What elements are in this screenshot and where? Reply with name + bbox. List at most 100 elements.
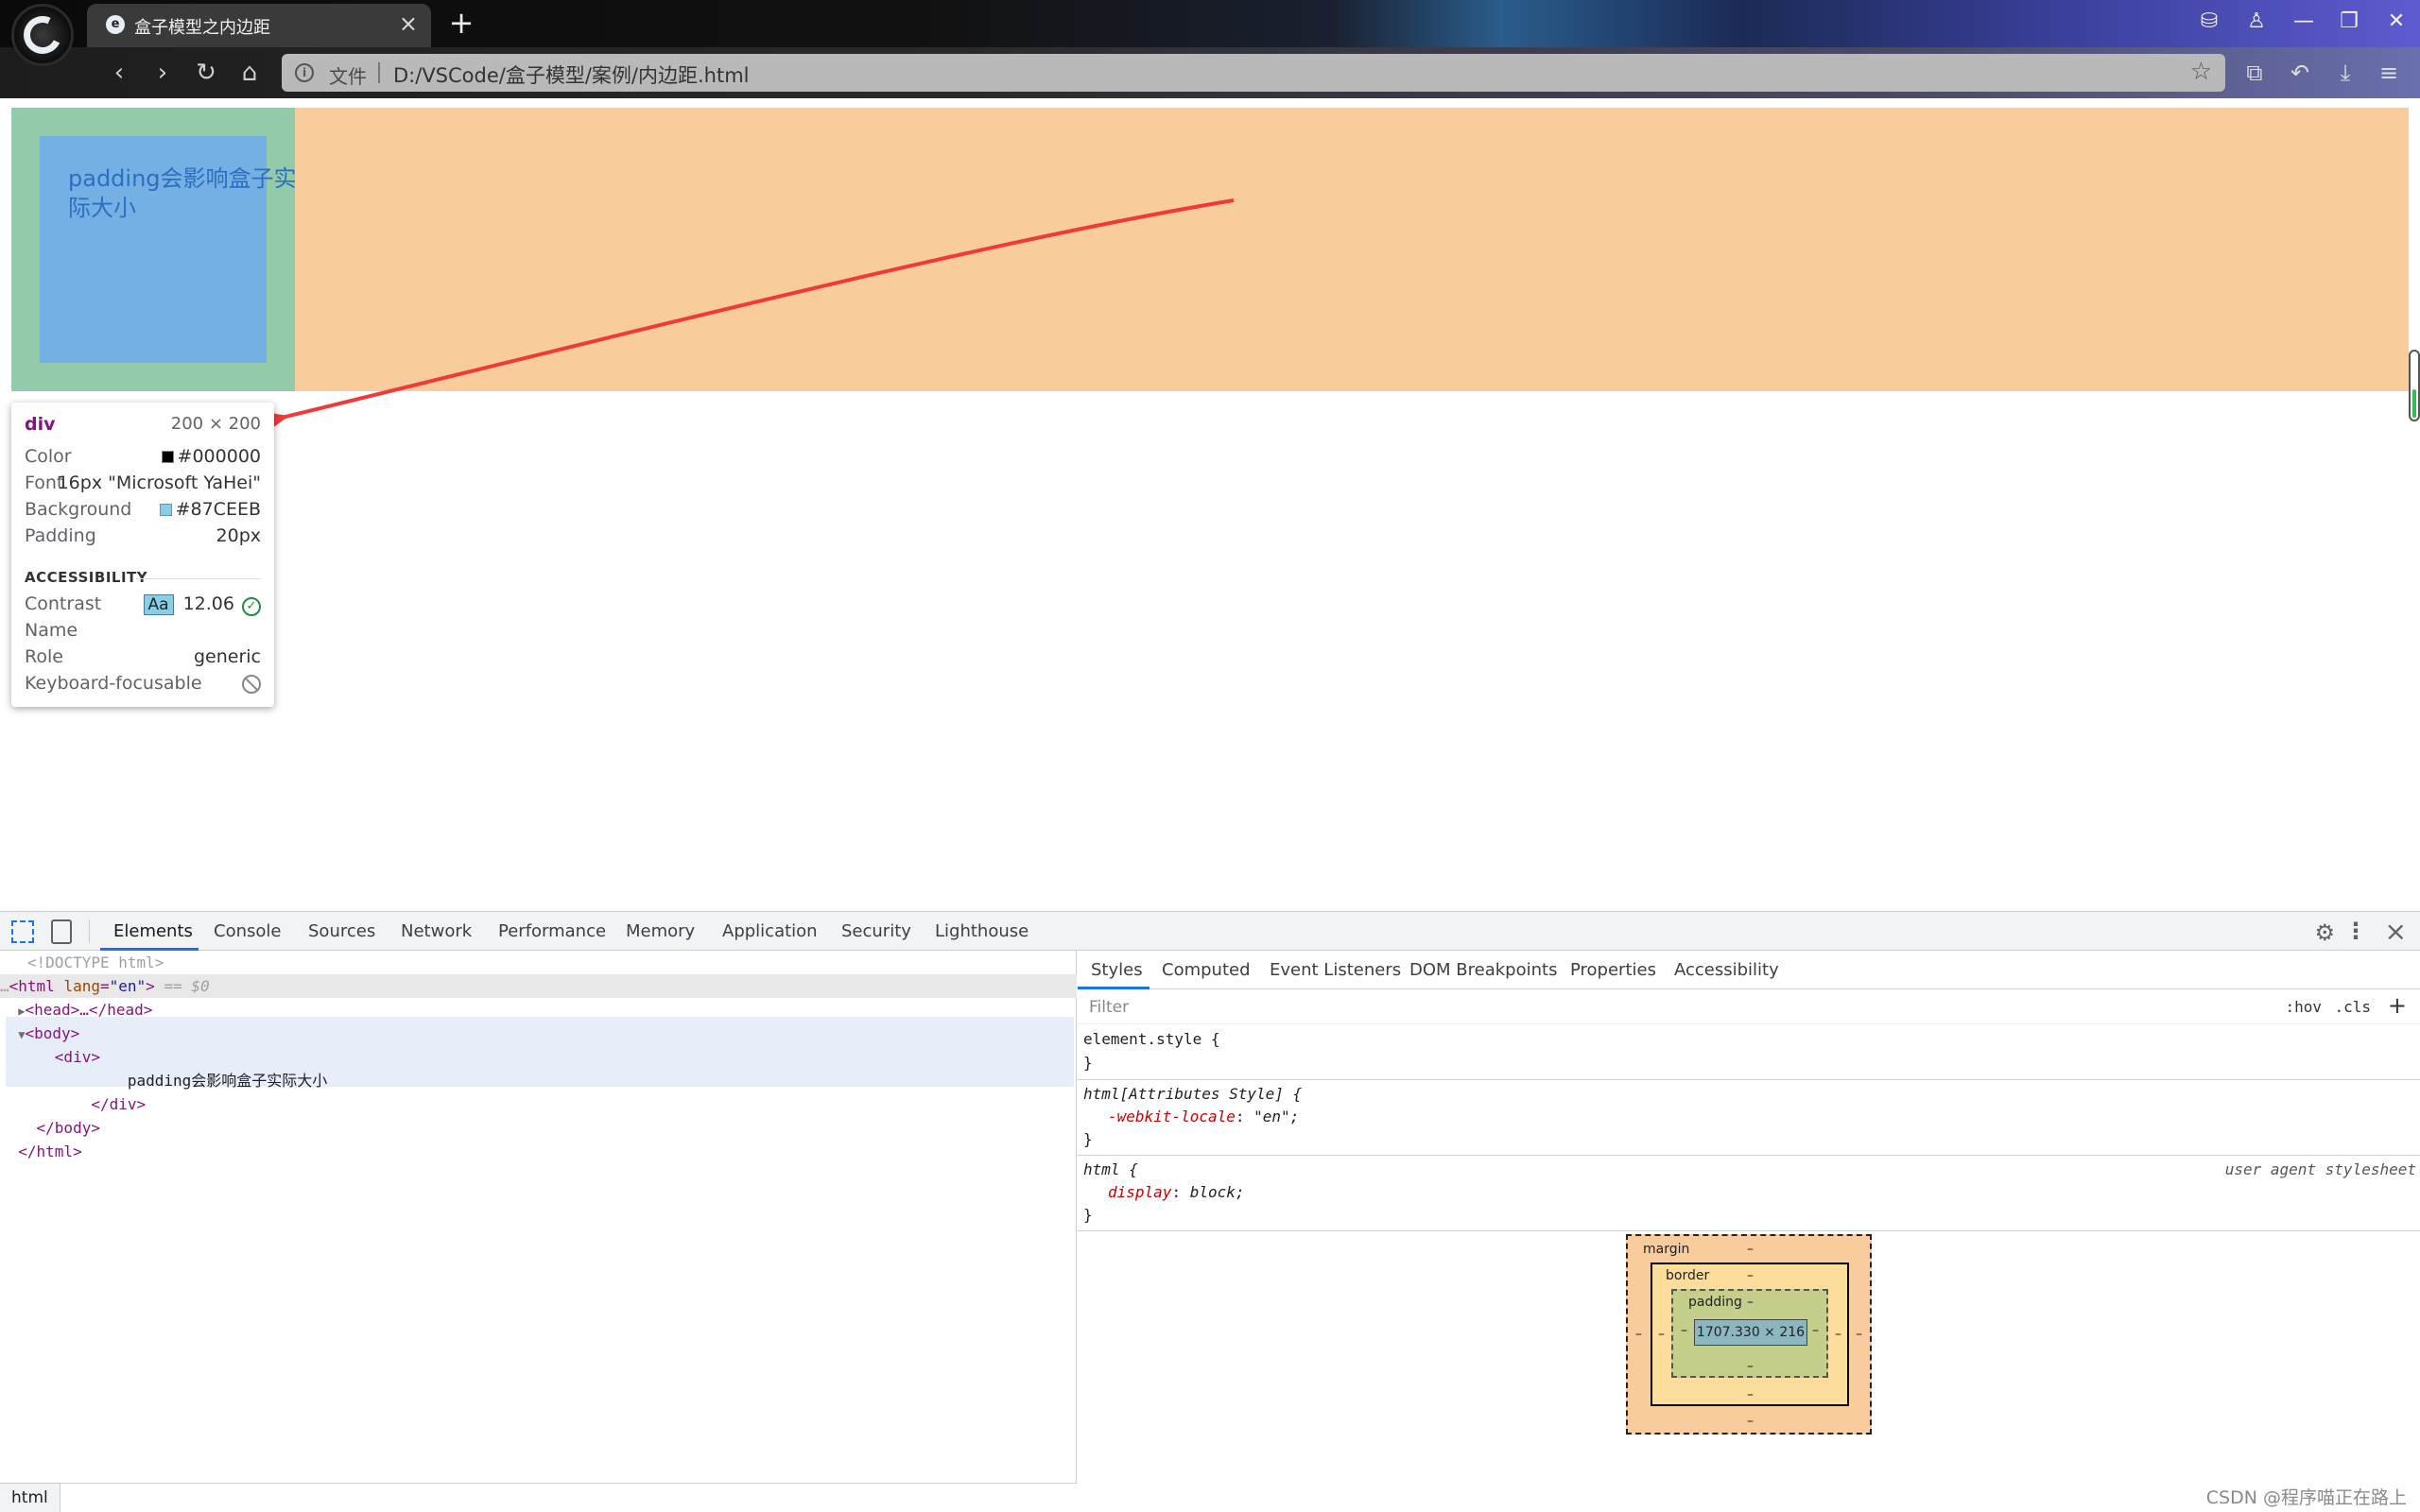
tab-accessibility[interactable]: Accessibility xyxy=(1674,960,1779,980)
favicon-icon: e xyxy=(106,15,125,34)
tab-active[interactable]: e 盒子模型之内边距 × xyxy=(87,4,431,47)
hov-button[interactable]: :hov xyxy=(2285,998,2322,1016)
tab-network[interactable]: Network xyxy=(401,921,472,941)
collections-icon[interactable]: ⛁ xyxy=(2195,9,2223,34)
gear-icon[interactable]: ⚙ xyxy=(2314,919,2335,946)
box-model-content[interactable]: 1707.330 × 216 xyxy=(1694,1319,1807,1346)
tooltip-key: Color xyxy=(25,446,72,467)
info-icon[interactable]: i xyxy=(295,63,314,82)
role-label: Role xyxy=(25,646,63,667)
star-icon[interactable]: ☆ xyxy=(2190,58,2212,86)
div-margin-highlight: padding会影响盒子实际大小 xyxy=(11,108,297,391)
dom-html[interactable]: …<html lang="en"> == $0 xyxy=(0,974,1077,998)
dom-html-close[interactable]: </html> xyxy=(0,1140,1077,1163)
margin-right-value: – xyxy=(1856,1327,1862,1342)
inspect-icon[interactable] xyxy=(11,920,34,943)
tooltip-row-padding: Padding 20px xyxy=(25,525,261,550)
minimize-icon[interactable]: — xyxy=(2290,9,2318,34)
tooltip-value: 20px xyxy=(216,525,261,546)
device-toggle-icon[interactable] xyxy=(51,919,72,944)
devtools-tabbar: Elements Console Sources Network Perform… xyxy=(0,912,2420,951)
tooltip-value: 16px "Microsoft YaHei" xyxy=(57,472,261,493)
cls-button[interactable]: .cls xyxy=(2334,998,2371,1016)
home-icon[interactable]: ⌂ xyxy=(234,58,265,88)
rule-element-style[interactable]: element.style { } xyxy=(1078,1025,2420,1080)
forward-icon[interactable]: › xyxy=(147,58,178,88)
address-separator xyxy=(378,62,380,83)
dom-div-close[interactable]: </div> xyxy=(0,1092,1077,1116)
contrast-label: Contrast xyxy=(25,593,102,614)
tab-console[interactable]: Console xyxy=(214,921,281,941)
devtools: Elements Console Sources Network Perform… xyxy=(0,911,2420,1512)
tab-event-listeners[interactable]: Event Listeners xyxy=(1270,960,1401,980)
back-icon[interactable]: ‹ xyxy=(104,58,134,88)
tab-elements[interactable]: Elements xyxy=(113,921,193,941)
dom-head[interactable]: ▶<head>…</head> xyxy=(0,998,1077,1022)
tooltip-tag: div xyxy=(25,414,56,435)
extensions-icon[interactable]: ⧉ xyxy=(2238,57,2271,89)
close-icon[interactable]: ✕ xyxy=(2382,9,2411,34)
breadcrumb-html[interactable]: html xyxy=(0,1484,60,1512)
new-rule-button[interactable]: + xyxy=(2388,992,2407,1019)
dom-body-close[interactable]: </body> xyxy=(0,1116,1077,1140)
scrollbar[interactable] xyxy=(2409,350,2420,421)
rule-source[interactable]: user agent stylesheet xyxy=(2225,1158,2416,1181)
dom-doctype[interactable]: <!DOCTYPE html> xyxy=(0,951,1077,974)
box-model-diagram: margin – – – – border – – – – padding – … xyxy=(1626,1234,1872,1435)
tab-memory[interactable]: Memory xyxy=(626,921,695,941)
breadcrumb: html xyxy=(0,1483,1077,1512)
tooltip-value: #000000 xyxy=(161,446,261,467)
color-swatch xyxy=(159,504,172,516)
undo-icon[interactable]: ↶ xyxy=(2284,57,2316,89)
rule-close: } xyxy=(1083,1054,1093,1072)
role-value: generic xyxy=(193,646,261,667)
filter-input[interactable]: Filter xyxy=(1089,998,1129,1017)
dom-div-text[interactable]: padding会影响盒子实际大小 xyxy=(0,1069,1077,1092)
rule-declaration: -webkit-locale: "en"; xyxy=(1108,1108,1300,1125)
rule-attributes-style[interactable]: html[Attributes Style] { -webkit-locale:… xyxy=(1078,1080,2420,1156)
tab-lighthouse[interactable]: Lighthouse xyxy=(935,921,1028,941)
tooltip-value: #87CEEB xyxy=(159,499,261,520)
close-devtools-icon[interactable]: × xyxy=(2385,916,2407,947)
margin-top-value: – xyxy=(1747,1242,1754,1257)
tab-styles[interactable]: Styles xyxy=(1091,960,1143,980)
padding-bottom-value: – xyxy=(1747,1359,1754,1374)
tab-sources[interactable]: Sources xyxy=(308,921,375,941)
url-text[interactable]: D:/VSCode/盒子模型/案例/内边距.html xyxy=(393,60,750,89)
border-label: border xyxy=(1666,1268,1710,1283)
tab-close-icon[interactable]: × xyxy=(399,11,418,36)
download-icon[interactable]: ⤓ xyxy=(2329,57,2361,89)
padding-label: padding xyxy=(1688,1295,1742,1310)
rule-html-ua[interactable]: html { user agent stylesheet display: bl… xyxy=(1078,1156,2420,1231)
dom-tree: <!DOCTYPE html> …<html lang="en"> == $0 … xyxy=(0,951,1077,1512)
contrast-value: Aa 12.06 ✓ xyxy=(143,593,261,616)
box-model-padding: padding – – – – 1707.330 × 216 xyxy=(1671,1289,1828,1378)
restore-icon[interactable]: ❐ xyxy=(2335,9,2363,34)
menu-icon[interactable]: ≡ xyxy=(2373,57,2405,89)
shirt-icon[interactable]: ♙ xyxy=(2242,9,2271,34)
styles-tabbar: Styles Computed Event Listeners DOM Brea… xyxy=(1078,951,2420,989)
tooltip-row-name: Name xyxy=(25,620,261,644)
rule-selector: element.style { xyxy=(1083,1030,1220,1048)
browser-logo[interactable] xyxy=(11,4,74,66)
border-left-value: – xyxy=(1658,1327,1665,1342)
tab-application[interactable]: Application xyxy=(722,921,818,941)
dom-body[interactable]: ▼<body> xyxy=(0,1022,1077,1045)
tab-computed[interactable]: Computed xyxy=(1162,960,1251,980)
file-label: 文件 xyxy=(329,65,367,88)
tab-performance[interactable]: Performance xyxy=(498,921,606,941)
refresh-icon[interactable]: ↻ xyxy=(191,58,221,88)
margin-label: margin xyxy=(1643,1242,1690,1257)
check-icon: ✓ xyxy=(242,597,261,616)
padding-box[interactable]: padding会影响盒子实际大小 xyxy=(40,136,297,363)
dom-div[interactable]: <div> xyxy=(0,1045,1077,1069)
more-icon[interactable]: ⋮ xyxy=(2344,918,2367,944)
margin-bottom-value: – xyxy=(1747,1414,1754,1429)
address-bar[interactable]: i 文件 D:/VSCode/盒子模型/案例/内边距.html ☆ xyxy=(282,54,2225,92)
tab-properties[interactable]: Properties xyxy=(1570,960,1656,980)
tab-dom-breakpoints[interactable]: DOM Breakpoints xyxy=(1409,960,1557,980)
new-tab-button[interactable]: + xyxy=(444,6,478,40)
keyboard-label: Keyboard-focusable xyxy=(25,673,202,694)
tab-security[interactable]: Security xyxy=(841,921,911,941)
tooltip-row-color: Color #000000 xyxy=(25,446,261,471)
